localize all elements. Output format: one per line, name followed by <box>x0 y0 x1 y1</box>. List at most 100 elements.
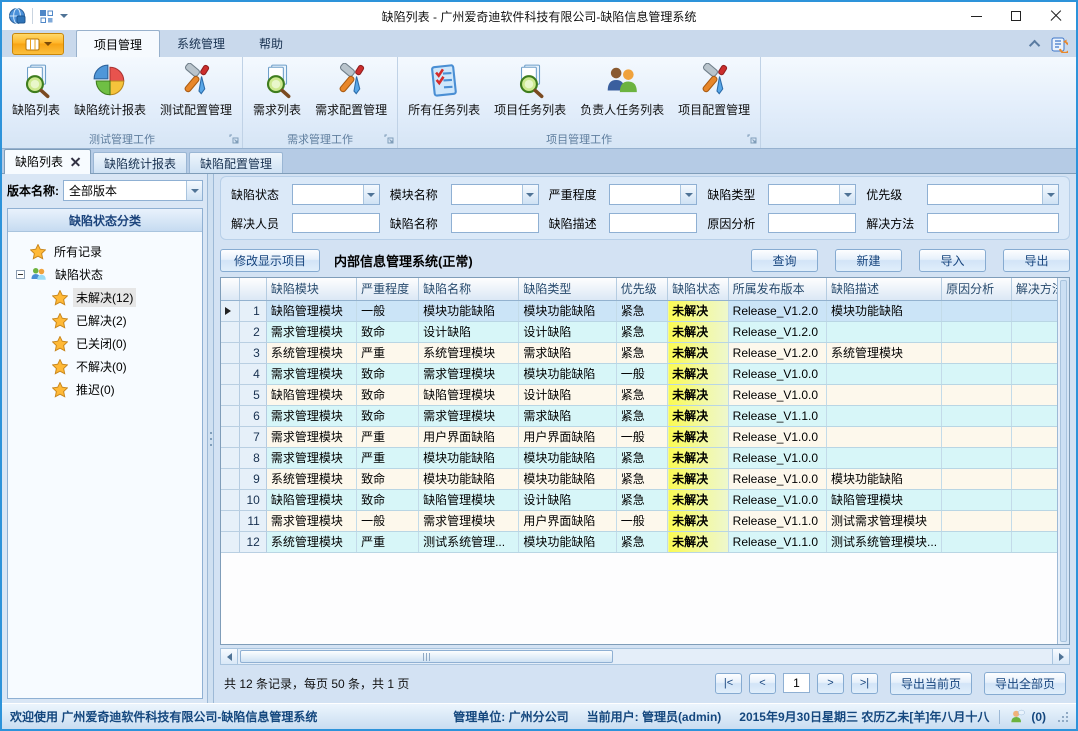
scroll-left-button[interactable] <box>221 649 238 664</box>
column-header-module[interactable]: 缺陷模块 <box>266 278 356 300</box>
tree-item-defect-status[interactable]: 缺陷状态 <box>10 263 200 286</box>
cell-analysis[interactable] <box>942 510 1012 531</box>
filter-severity-select[interactable] <box>609 184 697 205</box>
grid-row[interactable]: 6需求管理模块致命需求管理模块需求缺陷紧急未解决Release_V1.1.0 <box>221 405 1069 426</box>
cell-severity[interactable]: 致命 <box>357 363 419 384</box>
cell-version[interactable]: Release_V1.1.0 <box>728 510 826 531</box>
cell-type[interactable]: 设计缺陷 <box>519 489 616 510</box>
filter-defect-name-input[interactable] <box>451 213 539 233</box>
row-number[interactable]: 1 <box>239 300 266 321</box>
cell-analysis[interactable] <box>942 384 1012 405</box>
cell-type[interactable]: 需求缺陷 <box>519 405 616 426</box>
dialog-launcher-icon[interactable] <box>747 134 757 144</box>
cell-priority[interactable]: 紧急 <box>616 468 667 489</box>
cell-analysis[interactable] <box>942 426 1012 447</box>
cell-status[interactable]: 未解决 <box>668 426 729 447</box>
cell-description[interactable]: 测试系统管理模块... <box>827 531 942 552</box>
cell-type[interactable]: 模块功能缺陷 <box>519 468 616 489</box>
cell-priority[interactable]: 一般 <box>616 363 667 384</box>
new-button[interactable]: 新建 <box>835 249 902 272</box>
cell-severity[interactable]: 一般 <box>357 300 419 321</box>
cell-priority[interactable]: 紧急 <box>616 300 667 321</box>
cell-priority[interactable]: 紧急 <box>616 384 667 405</box>
cell-analysis[interactable] <box>942 489 1012 510</box>
cell-module[interactable]: 系统管理模块 <box>266 468 356 489</box>
cell-version[interactable]: Release_V1.1.0 <box>728 531 826 552</box>
cell-priority[interactable]: 紧急 <box>616 321 667 342</box>
tree-collapse-icon[interactable] <box>16 270 25 279</box>
search-button[interactable]: 查询 <box>751 249 818 272</box>
cell-status[interactable]: 未解决 <box>668 531 729 552</box>
combo-dropdown-button[interactable] <box>186 181 202 200</box>
cell-name[interactable]: 设计缺陷 <box>419 321 519 342</box>
last-page-button[interactable]: >| <box>851 673 878 694</box>
cell-description[interactable]: 系统管理模块 <box>827 342 942 363</box>
cell-analysis[interactable] <box>942 531 1012 552</box>
application-menu-button[interactable] <box>12 33 64 55</box>
first-page-button[interactable]: |< <box>715 673 742 694</box>
grid-row[interactable]: 3系统管理模块严重系统管理模块需求缺陷紧急未解决Release_V1.2.0系统… <box>221 342 1069 363</box>
cell-analysis[interactable] <box>942 321 1012 342</box>
tab-close-icon[interactable] <box>71 157 80 166</box>
grid-row[interactable]: 8需求管理模块严重模块功能缺陷模块功能缺陷紧急未解决Release_V1.0.0 <box>221 447 1069 468</box>
cell-description[interactable] <box>827 321 942 342</box>
resize-grip[interactable] <box>1058 712 1068 722</box>
column-header-analysis[interactable]: 原因分析 <box>942 278 1012 300</box>
filter-module-name-select[interactable] <box>451 184 539 205</box>
cell-version[interactable]: Release_V1.0.0 <box>728 363 826 384</box>
doc-tab-defect-stats[interactable]: 缺陷统计报表 <box>93 152 187 173</box>
tree-item-closed[interactable]: 已关闭(0) <box>10 332 200 355</box>
cell-priority[interactable]: 紧急 <box>616 489 667 510</box>
cell-type[interactable]: 设计缺陷 <box>519 321 616 342</box>
cell-severity[interactable]: 致命 <box>357 405 419 426</box>
export-all-pages-button[interactable]: 导出全部页 <box>984 672 1066 695</box>
cell-description[interactable] <box>827 447 942 468</box>
cell-module[interactable]: 需求管理模块 <box>266 321 356 342</box>
ribbon-button-test-config[interactable]: 测试配置管理 <box>153 59 239 120</box>
column-header-type[interactable]: 缺陷类型 <box>519 278 616 300</box>
cell-severity[interactable]: 致命 <box>357 384 419 405</box>
cell-name[interactable]: 测试系统管理... <box>419 531 519 552</box>
column-header-name[interactable]: 缺陷名称 <box>419 278 519 300</box>
cell-analysis[interactable] <box>942 300 1012 321</box>
cell-module[interactable]: 缺陷管理模块 <box>266 300 356 321</box>
cell-module[interactable]: 需求管理模块 <box>266 510 356 531</box>
ribbon-tab-system[interactable]: 系统管理 <box>160 30 242 57</box>
cell-analysis[interactable] <box>942 405 1012 426</box>
cell-description[interactable] <box>827 384 942 405</box>
tree-item-wont-fix[interactable]: 不解决(0) <box>10 355 200 378</box>
cell-analysis[interactable] <box>942 342 1012 363</box>
cell-status[interactable]: 未解决 <box>668 342 729 363</box>
minimize-button[interactable] <box>956 2 996 30</box>
cell-description[interactable]: 模块功能缺陷 <box>827 300 942 321</box>
horizontal-scrollbar[interactable] <box>220 648 1070 665</box>
cell-version[interactable]: Release_V1.0.0 <box>728 468 826 489</box>
scrollbar-thumb[interactable] <box>240 650 613 663</box>
cell-version[interactable]: Release_V1.2.0 <box>728 300 826 321</box>
cell-module[interactable]: 缺陷管理模块 <box>266 384 356 405</box>
ribbon-tab-project[interactable]: 项目管理 <box>76 30 160 57</box>
row-number[interactable]: 4 <box>239 363 266 384</box>
cell-severity[interactable]: 严重 <box>357 531 419 552</box>
tree-item-resolved[interactable]: 已解决(2) <box>10 309 200 332</box>
cell-name[interactable]: 模块功能缺陷 <box>419 300 519 321</box>
filter-resolver-input[interactable] <box>292 213 380 233</box>
cell-status[interactable]: 未解决 <box>668 405 729 426</box>
tree-item-all-records[interactable]: 所有记录 <box>10 240 200 263</box>
cell-description[interactable] <box>827 426 942 447</box>
cell-priority[interactable]: 紧急 <box>616 531 667 552</box>
grid-row[interactable]: 10缺陷管理模块致命缺陷管理模块设计缺陷紧急未解决Release_V1.0.0缺… <box>221 489 1069 510</box>
cell-type[interactable]: 需求缺陷 <box>519 342 616 363</box>
cell-analysis[interactable] <box>942 363 1012 384</box>
about-icon[interactable] <box>1050 35 1068 53</box>
filter-defect-type-select[interactable] <box>768 184 856 205</box>
row-number[interactable]: 9 <box>239 468 266 489</box>
export-current-page-button[interactable]: 导出当前页 <box>890 672 972 695</box>
maximize-button[interactable] <box>996 2 1036 30</box>
cell-type[interactable]: 用户界面缺陷 <box>519 510 616 531</box>
version-select[interactable]: 全部版本 <box>63 180 203 201</box>
import-button[interactable]: 导入 <box>919 249 986 272</box>
cell-version[interactable]: Release_V1.0.0 <box>728 426 826 447</box>
cell-version[interactable]: Release_V1.2.0 <box>728 321 826 342</box>
row-number[interactable]: 5 <box>239 384 266 405</box>
